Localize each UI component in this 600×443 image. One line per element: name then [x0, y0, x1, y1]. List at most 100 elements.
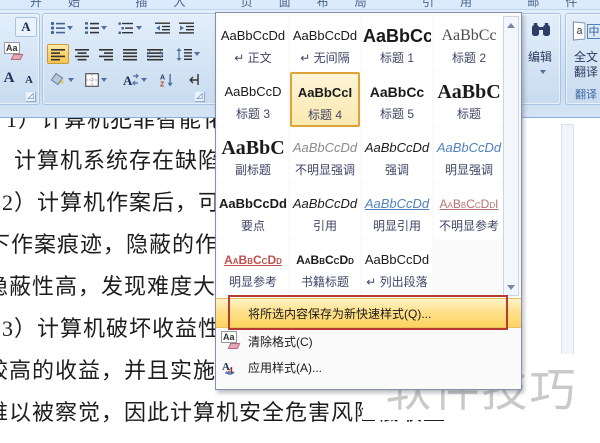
style-item-heading2[interactable]: AaBbCc 标题 2 — [434, 16, 504, 71]
style-label: 书籍标题 — [300, 275, 349, 289]
align-left-icon — [51, 48, 65, 61]
sort-az-icon: AZ — [160, 73, 175, 87]
style-preview: AaBbCcD — [224, 84, 282, 99]
style-item-heading4-selected[interactable]: AaBbCcI 标题 4 — [290, 72, 360, 127]
style-item-quote[interactable]: AaBbCcDd 引用 — [290, 184, 360, 239]
style-item-no-spacing[interactable]: AaBbCcDd ↵ 无间隔 — [290, 16, 360, 71]
clear-formatting-button[interactable]: Aa — [1, 42, 25, 62]
style-item-strong[interactable]: AaBbCcDd 要点 — [218, 184, 288, 239]
style-label: 标题 1 — [379, 51, 414, 65]
chevron-down-icon — [68, 78, 74, 82]
edit-group: 编辑 — [519, 13, 561, 105]
multilevel-list-icon — [118, 21, 134, 35]
chevron-down-icon — [540, 70, 546, 74]
eraser-icon: Aa — [4, 42, 24, 60]
style-label: ↵ 正文 — [234, 51, 272, 65]
style-item-normal[interactable]: AaBbCcDd ↵ 正文 — [218, 16, 288, 71]
line-spacing-icon — [176, 47, 192, 61]
chevron-down-icon — [141, 78, 147, 82]
multilevel-list-button[interactable] — [115, 18, 145, 38]
edit-group-button-label[interactable]: 编辑 — [520, 48, 560, 65]
line-spacing-button[interactable] — [173, 44, 203, 64]
full-text-translate-label[interactable]: 全文 翻译 — [566, 50, 600, 80]
translate-group-label: 翻译 — [575, 89, 597, 101]
find-button[interactable] — [527, 18, 555, 42]
numbering-button[interactable] — [81, 18, 109, 38]
increase-indent-icon — [178, 21, 194, 35]
style-preview: AaBbC — [221, 137, 285, 159]
font-group: A Aa A A ◿ — [0, 13, 40, 105]
align-center-icon — [75, 48, 89, 61]
align-right-button[interactable] — [95, 44, 117, 64]
distribute-button[interactable] — [143, 44, 167, 64]
style-label: 明显参考 — [228, 275, 277, 289]
menu-item-apply-styles[interactable]: A4 应用样式(A)... — [216, 354, 521, 380]
style-item-subtle-emphasis[interactable]: AaBbCcDd 不明显强调 — [290, 128, 360, 183]
translate-a-icon: a — [572, 21, 585, 41]
style-label: 标题 3 — [235, 107, 270, 121]
scroll-up-button[interactable] — [504, 18, 518, 32]
menu-item-clear-formatting[interactable]: Aa 清除格式(C) — [216, 328, 521, 354]
grow-font-button[interactable]: A — [0, 68, 19, 88]
style-label: 明显强调 — [444, 163, 493, 177]
chevron-down-icon — [66, 26, 73, 30]
asian-layout-icon: A — [121, 73, 139, 87]
align-center-button[interactable] — [71, 44, 93, 64]
style-item-emphasis[interactable]: AaBbCcDd 强调 — [362, 128, 432, 183]
style-item-title[interactable]: AaBbC 标题 — [434, 72, 504, 127]
styles-gallery: AaBbCcDd ↵ 正文 AaBbCcDd ↵ 无间隔 AaBbCc 标题 1 Aa… — [218, 16, 504, 296]
increase-indent-button[interactable] — [175, 18, 197, 38]
style-item-heading5[interactable]: AaBbCc 标题 5 — [362, 72, 432, 127]
style-label: 标题 5 — [379, 107, 414, 121]
style-preview: AaBbCcDd — [364, 196, 430, 211]
style-item-intense-reference[interactable]: AaBbCcDd 明显参考 — [218, 240, 288, 295]
ribbon-tabs-fragment: 开始 插入 页面布局 引用 邮件 审阅 视图 加载项 — [30, 0, 600, 9]
style-label: 要点 — [240, 219, 265, 233]
document-scrollbar[interactable] — [561, 124, 574, 364]
shrink-font-button[interactable]: A — [21, 70, 37, 90]
distribute-icon — [147, 48, 163, 61]
style-preview: AaBbCcDd — [220, 28, 286, 43]
quick-styles-dropdown: AaBbCcDd ↵ 正文 AaBbCcDd ↵ 无间隔 AaBbCc 标题 1 Aa… — [215, 12, 522, 390]
style-preview: AaBbCc — [363, 26, 431, 46]
doc-line: 4）计算机技术的进步和计算机安全风险 — [2, 437, 405, 443]
bullet-list-icon — [50, 21, 65, 35]
style-label: ↵ 无间隔 — [300, 51, 350, 65]
style-item-subtle-reference[interactable]: AaBbCcDdI 不明显参考 — [434, 184, 504, 239]
style-label: 标题 — [456, 107, 481, 121]
paragraph-mark-icon — [188, 73, 201, 87]
ribbon-tabs-clipped[interactable]: 开始 插入 页面布局 引用 邮件 审阅 视图 加载项 — [0, 0, 600, 10]
binoculars-icon — [531, 22, 551, 38]
paragraph-dialog-launcher[interactable]: ◿ — [195, 92, 205, 102]
justify-button[interactable] — [119, 44, 141, 64]
justify-icon — [123, 48, 137, 61]
style-item-intense-emphasis[interactable]: AaBbCcDd 明显强调 — [434, 128, 504, 183]
apply-styles-icon: A4 — [216, 359, 244, 375]
chevron-down-icon — [100, 26, 107, 30]
clear-formatting-icon: Aa — [216, 331, 244, 349]
style-label: 标题 2 — [451, 51, 486, 65]
style-item-book-title[interactable]: AaBbCcDd 书籍标题 — [290, 240, 360, 295]
style-label: 标题 4 — [307, 108, 342, 122]
style-item-heading3[interactable]: AaBbCcD 标题 3 — [218, 72, 288, 127]
font-dialog-launcher[interactable]: ◿ — [26, 92, 36, 102]
doc-line: 2）计算机作案后，可以 — [2, 190, 245, 215]
style-item-intense-quote[interactable]: AaBbCcDd 明显引用 — [362, 184, 432, 239]
style-label: 副标题 — [234, 163, 271, 177]
doc-line: 隐蔽性高，发现难度大， — [0, 274, 240, 299]
chevron-down-icon — [194, 52, 200, 56]
decrease-indent-button[interactable] — [151, 18, 173, 38]
chevron-down-icon — [101, 78, 107, 82]
bullets-button[interactable] — [47, 18, 75, 38]
triangle-up-icon — [507, 22, 515, 28]
style-item-list-paragraph[interactable]: AaBbCcDd ↵ 列出段落 — [362, 240, 432, 295]
menu-item-save-selection-as-new-quick-style[interactable]: 将所选内容保存为新快速样式(Q)... — [216, 298, 521, 328]
style-item-heading1[interactable]: AaBbCc 标题 1 — [362, 16, 432, 71]
gallery-scrollbar[interactable] — [503, 16, 519, 296]
align-left-button[interactable] — [47, 44, 69, 64]
gallery-menu: 将所选内容保存为新快速样式(Q)... Aa 清除格式(C) A4 应用样式(A… — [216, 298, 521, 380]
scroll-down-button[interactable] — [504, 280, 518, 294]
style-item-subtitle[interactable]: AaBbC 副标题 — [218, 128, 288, 183]
character-border-button[interactable]: A — [15, 17, 37, 37]
full-text-translate-button[interactable]: a 中 — [570, 17, 600, 45]
